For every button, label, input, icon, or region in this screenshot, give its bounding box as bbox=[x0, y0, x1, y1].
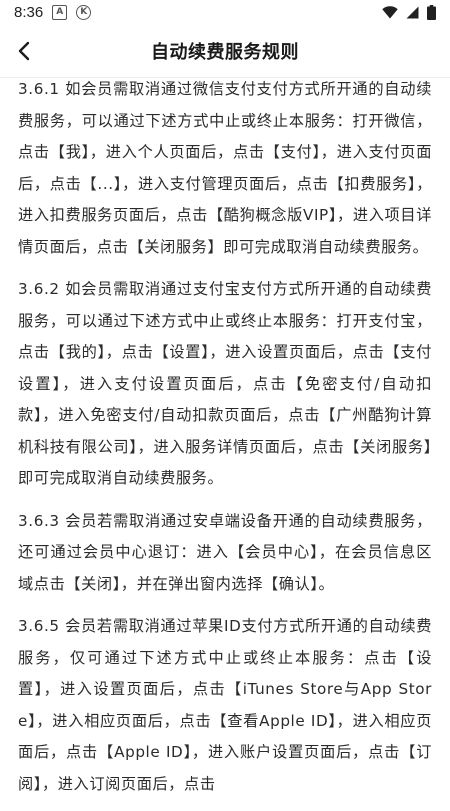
a-icon: A bbox=[52, 4, 68, 20]
signal-icon bbox=[406, 6, 419, 18]
status-time: 8:36 bbox=[14, 3, 44, 21]
battery-icon bbox=[427, 4, 436, 20]
back-arrow-icon bbox=[18, 41, 30, 61]
page-title: 自动续费服务规则 bbox=[151, 41, 299, 63]
status-bar: 8:36 A K bbox=[0, 0, 450, 24]
k-icon: K bbox=[76, 4, 92, 20]
rule-paragraph-3-6-2: 3.6.2 如会员需取消通过支付宝支付方式所开通的自动续费服务，可以通过下述方式… bbox=[18, 280, 432, 487]
app-bar: 自动续费服务规则 bbox=[0, 24, 450, 78]
status-right bbox=[382, 4, 436, 20]
rule-paragraph-3-6-1: 3.6.1 如会员需取消通过微信支付支付方式所开通的自动续费服务，可以通过下述方… bbox=[18, 80, 432, 256]
status-left: 8:36 A K bbox=[14, 3, 92, 21]
wifi-icon bbox=[382, 5, 398, 18]
rule-paragraph-3-6-5: 3.6.5 会员若需取消通过苹果ID支付方式所开通的自动续费服务，仅可通过下述方… bbox=[18, 617, 432, 793]
rules-content[interactable]: 3.6.1 如会员需取消通过微信支付支付方式所开通的自动续费服务，可以通过下述方… bbox=[0, 74, 450, 811]
rule-paragraph-3-6-3: 3.6.3 会员若需取消通过安卓端设备开通的自动续费服务，还可通过会员中心退订：… bbox=[18, 511, 432, 593]
back-button[interactable] bbox=[8, 35, 40, 67]
